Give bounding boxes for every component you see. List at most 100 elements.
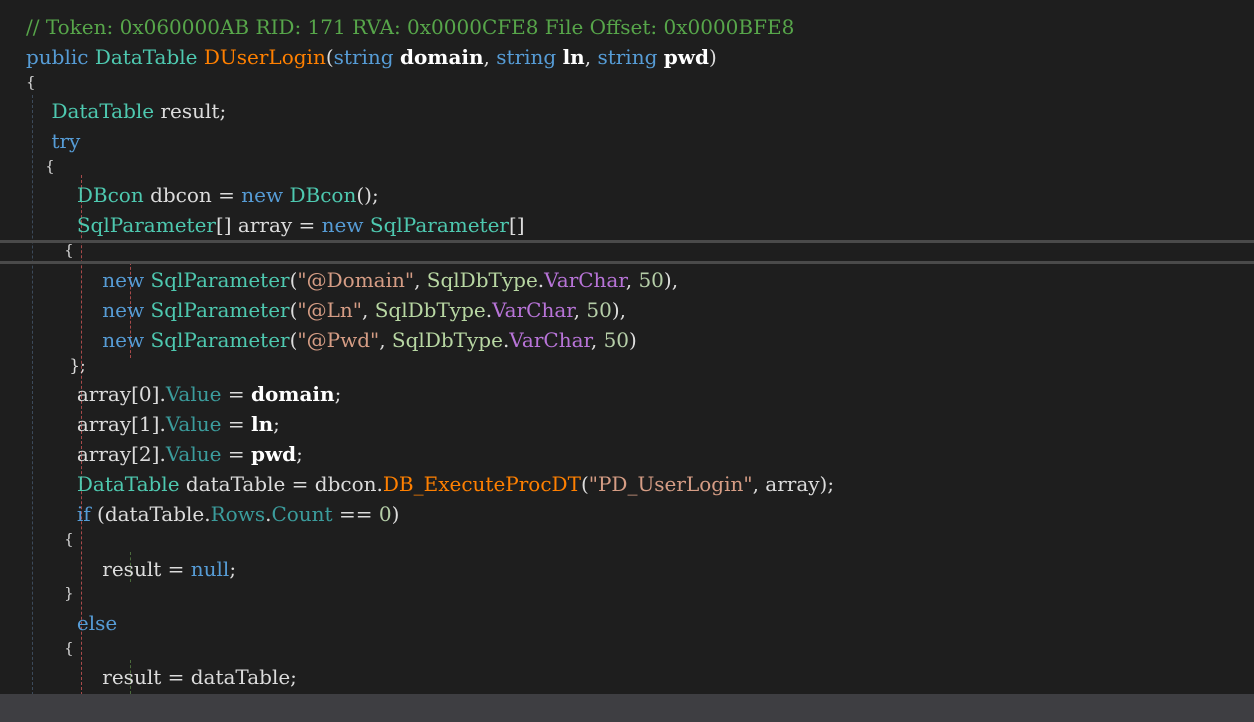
code-token: ) [629, 328, 637, 352]
code-token: string [496, 45, 563, 69]
code-token: , [414, 268, 427, 292]
code-token: result; [160, 99, 227, 123]
code-line: if (dataTable.Rows.Count == 0) [26, 501, 400, 527]
code-token: ( [325, 45, 334, 69]
code-line: new SqlParameter("@Domain", SqlDbType.Va… [26, 267, 678, 293]
code-token: }; [26, 356, 86, 376]
code-token: domain [250, 382, 335, 406]
code-line: DBcon dbcon = new DBcon(); [26, 182, 379, 208]
horizontal-scrollbar[interactable] [0, 694, 1254, 722]
code-token: Rows [210, 502, 266, 526]
code-token: , [573, 298, 587, 322]
code-token: DB_ExecuteProcDT [382, 472, 581, 496]
code-token: SqlDbType [374, 298, 486, 322]
code-token: array[2]. [26, 442, 166, 466]
code-token: { [26, 639, 74, 657]
code-token: DataTable [51, 99, 161, 123]
code-token: { [26, 157, 55, 175]
code-token: , [483, 45, 497, 69]
code-token: domain [399, 45, 484, 69]
code-token: SqlDbType [391, 328, 503, 352]
code-token: VarChar [544, 268, 626, 292]
code-line: result = null; [26, 556, 236, 582]
code-token: ; [273, 412, 280, 436]
code-token: ln [250, 412, 274, 436]
code-token: VarChar [492, 298, 574, 322]
code-line: } [26, 580, 74, 606]
code-token: "@Domain" [297, 268, 415, 292]
code-line: else [26, 610, 117, 636]
code-token: = [221, 442, 251, 466]
code-editor[interactable]: // Token: 0x060000AB RID: 171 RVA: 0x000… [0, 0, 1254, 694]
code-token: 50 [603, 328, 630, 352]
code-token: SqlParameter [150, 328, 290, 352]
line-highlight-bottom [0, 261, 1254, 264]
code-line: SqlParameter[] array = new SqlParameter[… [26, 212, 525, 238]
code-token: new [321, 213, 370, 237]
code-token: ), [611, 298, 626, 322]
code-token: , [625, 268, 639, 292]
code-line: DataTable dataTable = dbcon.DB_ExecutePr… [26, 471, 834, 497]
code-line: { [26, 526, 74, 552]
code-token: SqlDbType [426, 268, 538, 292]
code-token: (dataTable. [97, 502, 211, 526]
code-line: { [26, 153, 55, 179]
code-token: = [221, 412, 251, 436]
code-token: pwd [250, 442, 297, 466]
code-token: } [26, 584, 74, 602]
code-token: ; [296, 442, 303, 466]
code-token: { [26, 73, 36, 91]
code-token: { [26, 241, 74, 259]
code-token: dataTable = dbcon. [185, 472, 383, 496]
code-token: 0 [378, 502, 392, 526]
code-token: if [76, 502, 98, 526]
code-token: (); [356, 183, 379, 207]
code-token: array[1]. [26, 412, 166, 436]
code-token: DBcon [289, 183, 357, 207]
code-token: , [584, 45, 598, 69]
code-token: else [76, 611, 118, 635]
code-line: array[2].Value = pwd; [26, 441, 303, 467]
code-token: string [333, 45, 400, 69]
code-token: ), [663, 268, 679, 292]
code-token: [] [508, 213, 525, 237]
code-token: ( [580, 472, 589, 496]
code-line: DataTable result; [26, 98, 226, 124]
code-line: array[0].Value = domain; [26, 381, 341, 407]
code-token: ; [334, 382, 342, 406]
code-line: new SqlParameter("@Ln", SqlDbType.VarCha… [26, 297, 626, 323]
code-line: { [26, 635, 74, 661]
code-token: new [102, 298, 151, 322]
code-line: // Token: 0x060000AB RID: 171 RVA: 0x000… [26, 14, 794, 40]
code-token: array[0]. [26, 382, 166, 406]
code-token: SqlParameter [150, 298, 290, 322]
code-token: ) [391, 502, 400, 526]
code-token: == [332, 502, 379, 526]
code-token: VarChar [509, 328, 591, 352]
code-token: public [26, 45, 95, 69]
code-token: Value [165, 412, 222, 436]
code-token: new [102, 268, 151, 292]
code-token: , array); [752, 472, 835, 496]
code-token: ; [229, 557, 237, 581]
code-token: SqlParameter [76, 213, 216, 237]
code-token: new [241, 183, 290, 207]
code-token: ln [562, 45, 585, 69]
code-token: result = dataTable; [26, 665, 297, 689]
code-token: DBcon [76, 183, 151, 207]
code-token: // Token: 0x060000AB RID: 171 RVA: 0x000… [26, 15, 795, 39]
code-token: "@Ln" [297, 298, 362, 322]
code-line: { [26, 237, 74, 263]
code-token: 50 [638, 268, 664, 292]
code-token: = [221, 382, 251, 406]
code-token: result = [26, 557, 191, 581]
code-token: { [26, 530, 74, 548]
code-token: try [51, 129, 81, 153]
code-token: DataTable [76, 472, 186, 496]
code-token: Count [271, 502, 333, 526]
